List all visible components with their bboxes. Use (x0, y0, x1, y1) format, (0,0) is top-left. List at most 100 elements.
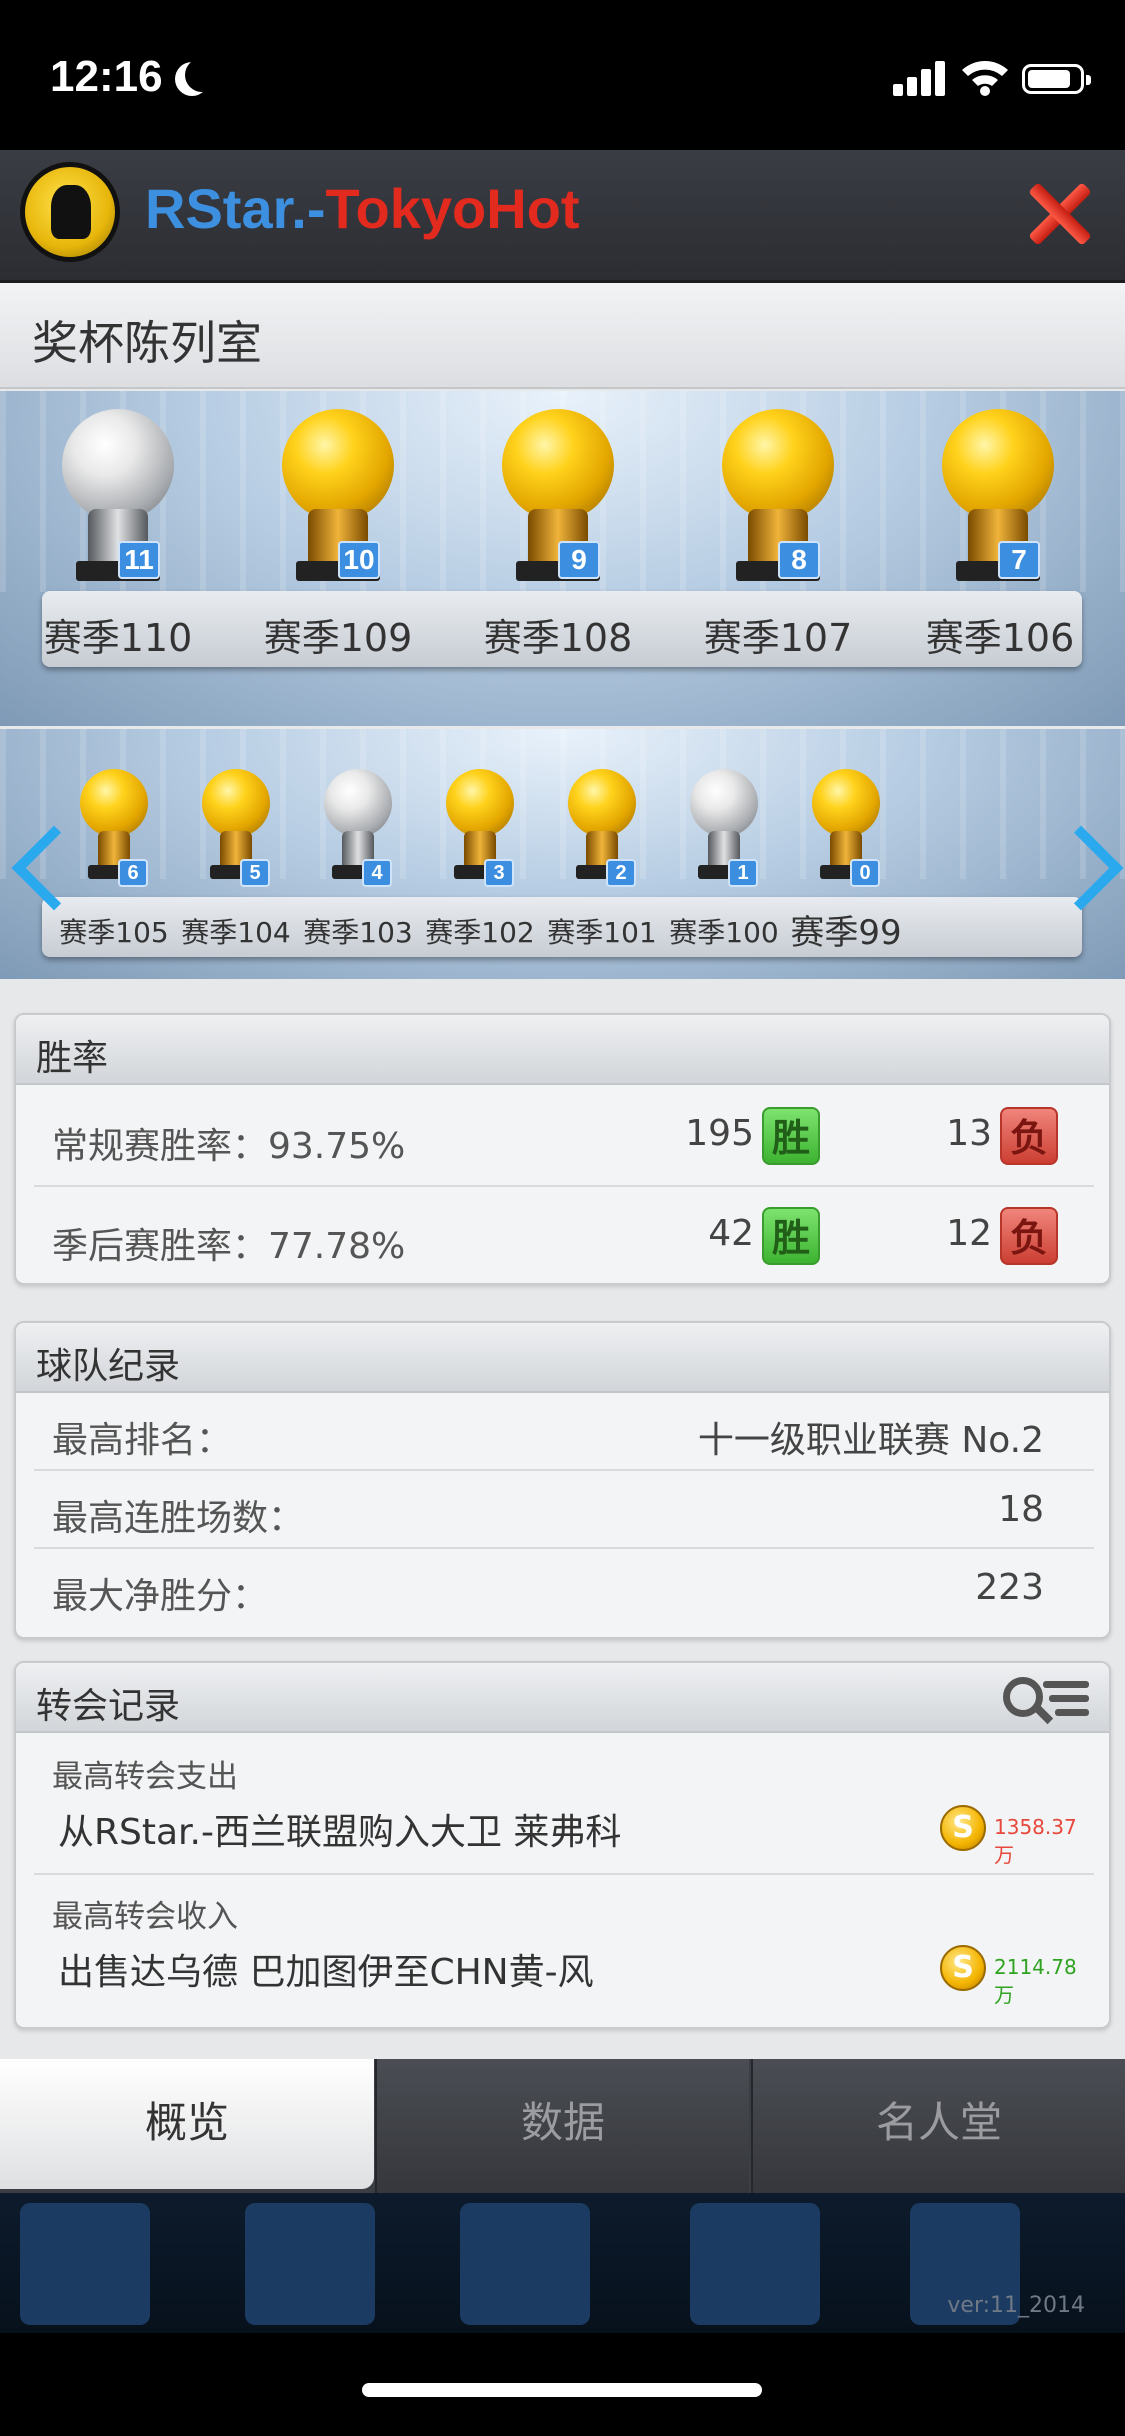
playoff-row: 季后赛胜率：77.78% 42 胜 12 负 (34, 1187, 1094, 1283)
trophy-item[interactable]: 5 (196, 763, 276, 893)
transfer-amount: 1358.37万 (994, 1815, 1077, 1867)
team-name-prefix: RStar.- (145, 177, 326, 240)
loss-badge: 负 (1000, 1107, 1058, 1165)
close-icon[interactable] (1025, 180, 1093, 248)
trophy-shelf-top: 11 赛季110 10 赛季109 9 赛季108 8 赛季107 7 赛季10… (0, 391, 1125, 726)
home-area (0, 2333, 1125, 2436)
tab-overview[interactable]: 概览 (0, 2059, 374, 2189)
team-name: RStar.-TokyoHot (145, 176, 580, 241)
trophy-icon (568, 769, 636, 837)
background-nav-button (460, 2203, 590, 2325)
record-value: 十一级职业联赛 No.2 (697, 1420, 1044, 1461)
trophy-icon (446, 769, 514, 837)
trophy-item[interactable]: 4 (318, 763, 398, 893)
battery-icon (1022, 64, 1091, 94)
win-badge: 胜 (762, 1107, 820, 1165)
arrow-right-icon[interactable] (1085, 814, 1119, 914)
trophy-rank: 6 (118, 859, 148, 887)
status-bar: 12:16 (0, 0, 1125, 150)
trophy-icon (722, 409, 834, 521)
team-record-header: 球队纪录 (16, 1323, 1109, 1393)
search-list-icon[interactable] (1003, 1673, 1089, 1727)
wifi-icon (962, 61, 1008, 96)
playoff-wins: 42 (708, 1213, 754, 1254)
playoff-rate: 季后赛胜率：77.78% (52, 1226, 406, 1267)
background-nav-button (690, 2203, 820, 2325)
regular-season-rate: 常规赛胜率：93.75% (52, 1126, 406, 1167)
team-info-panel: 奖杯陈列室 11 赛季110 10 赛季109 9 赛季108 8 赛季107 … (0, 283, 1125, 2193)
coin-icon: S (940, 1805, 986, 1851)
trophy-icon (202, 769, 270, 837)
tab-bar: 概览 数据 名人堂 (0, 2059, 1125, 2193)
trophy-item[interactable]: 1 (684, 763, 764, 893)
team-record-card: 球队纪录 最高排名： 十一级职业联赛 No.2 最高连胜场数： 18 最大净胜分… (14, 1321, 1111, 1639)
trophy-icon (690, 769, 758, 837)
transfer-amount: 2114.78万 (994, 1955, 1077, 2007)
trophy-season: 赛季109 (263, 616, 413, 660)
trophy-season: 赛季104 (181, 916, 291, 949)
regular-wins: 195 (685, 1113, 754, 1154)
trophy-item[interactable]: 8 (708, 401, 848, 601)
trophy-season: 赛季100 (669, 916, 779, 949)
record-label: 最大净胜分： (52, 1576, 269, 1617)
trophy-item[interactable]: 10 (268, 401, 408, 601)
trophy-icon (502, 409, 614, 521)
home-indicator[interactable] (362, 2383, 762, 2397)
win-rate-title: 胜率 (36, 1038, 109, 1079)
transfer-record-title: 转会记录 (36, 1686, 181, 1727)
record-value: 18 (998, 1489, 1044, 1530)
coin-icon: S (940, 1945, 986, 1991)
record-value: 223 (975, 1567, 1044, 1608)
regular-season-row: 常规赛胜率：93.75% 195 胜 13 负 (34, 1087, 1094, 1187)
transfer-record-header: 转会记录 (16, 1663, 1109, 1733)
trophy-rank: 4 (362, 859, 392, 887)
trophy-season: 赛季103 (303, 916, 413, 949)
record-row: 最高连胜场数： 18 (34, 1471, 1094, 1549)
trophy-season: 赛季106 (925, 616, 1075, 660)
transfer-caption: 最高转会支出 (52, 1759, 238, 1795)
trophy-item[interactable]: 0 (806, 763, 886, 893)
trophy-rank: 1 (728, 859, 758, 887)
app-header: RStar.-TokyoHot (0, 150, 1125, 283)
trophy-shelf-bottom: 6 赛季105 5 赛季104 4 赛季103 3 赛季102 2 赛季101 … (0, 729, 1125, 979)
trophy-icon (62, 409, 174, 521)
win-badge: 胜 (762, 1207, 820, 1265)
moon-icon (185, 58, 219, 92)
trophy-icon (812, 769, 880, 837)
trophy-item[interactable]: 6 (74, 763, 154, 893)
signal-icon (893, 60, 947, 96)
trophy-rank: 3 (484, 859, 514, 887)
transfer-record-card: 转会记录 最高转会支出 从RStar.-西兰联盟购入大卫 莱弗科 S 1358.… (14, 1661, 1111, 2029)
trophy-item[interactable]: 9 (488, 401, 628, 601)
trophy-season: 赛季108 (483, 616, 633, 660)
team-record-title: 球队纪录 (36, 1346, 181, 1387)
status-time: 12:16 (50, 52, 163, 101)
trophy-item[interactable]: 11 (48, 401, 188, 601)
playoff-losses: 12 (946, 1213, 992, 1254)
trophy-icon (942, 409, 1054, 521)
background-nav-button (245, 2203, 375, 2325)
trophy-rank: 7 (998, 541, 1040, 579)
team-name-suffix: TokyoHot (325, 177, 580, 240)
trophy-icon (324, 769, 392, 837)
record-row: 最高排名： 十一级职业联赛 No.2 (34, 1393, 1094, 1471)
win-rate-card: 胜率 常规赛胜率：93.75% 195 胜 13 负 季后赛胜率：77.78% … (14, 1013, 1111, 1285)
arrow-left-icon[interactable] (6, 814, 40, 914)
trophy-icon (282, 409, 394, 521)
trophy-season: 赛季107 (703, 616, 853, 660)
regular-losses: 13 (946, 1113, 992, 1154)
transfer-caption: 最高转会收入 (52, 1899, 238, 1935)
trophy-item[interactable]: 3 (440, 763, 520, 893)
win-rate-header: 胜率 (16, 1015, 1109, 1085)
transfer-description: 从RStar.-西兰联盟购入大卫 莱弗科 (58, 1812, 622, 1853)
trophy-icon (80, 769, 148, 837)
tab-hall-of-fame[interactable]: 名人堂 (751, 2059, 1125, 2193)
record-label: 最高连胜场数： (52, 1498, 305, 1539)
trophy-item[interactable]: 2 (562, 763, 642, 893)
trophy-item[interactable]: 7 (928, 401, 1068, 601)
trophy-room-header: 奖杯陈列室 (0, 283, 1125, 389)
record-row: 最大净胜分： 223 (34, 1549, 1094, 1627)
tab-data[interactable]: 数据 (375, 2059, 749, 2193)
trophy-season: 赛季110 (43, 616, 193, 660)
version-label: ver:11_2014 (947, 2293, 1085, 2318)
